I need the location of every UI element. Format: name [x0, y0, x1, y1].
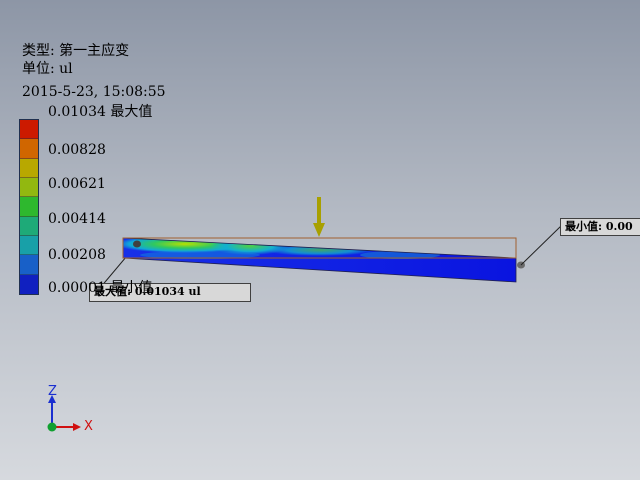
axis-x-label: X	[84, 419, 93, 434]
min-leader-line	[520, 225, 562, 266]
load-arrow-icon[interactable]	[313, 197, 325, 237]
axis-z-label: Z	[48, 384, 57, 399]
min-value-callout[interactable]: 最小值: 0.00	[560, 218, 640, 236]
model-viewport[interactable]	[0, 0, 640, 480]
max-probe-marker[interactable]	[133, 240, 141, 248]
legend-label-min: 0.00001 最小值	[48, 280, 153, 296]
axis-triad-icon	[47, 395, 81, 432]
